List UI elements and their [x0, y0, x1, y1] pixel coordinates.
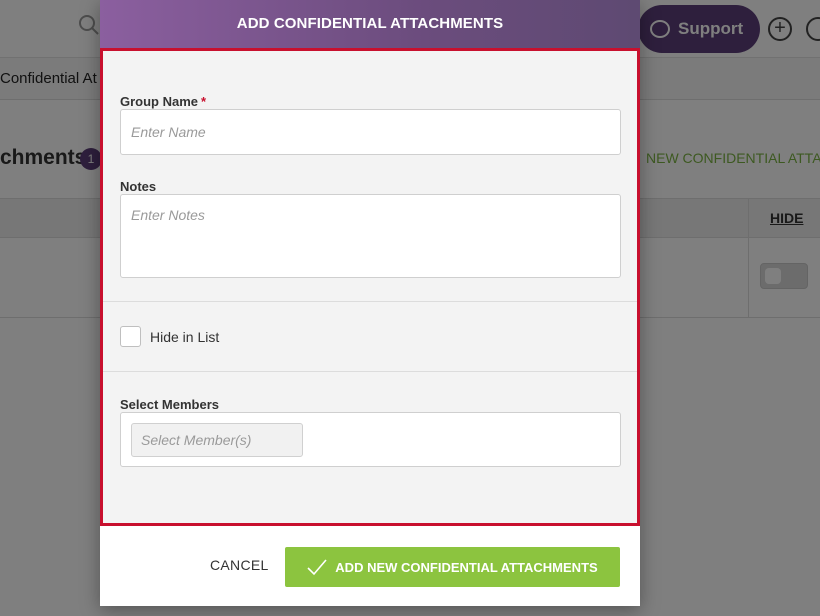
- modal-title: ADD CONFIDENTIAL ATTACHMENTS: [100, 0, 640, 48]
- select-members-input[interactable]: Select Member(s): [131, 423, 303, 457]
- checkmark-icon: [307, 558, 327, 576]
- hide-in-list-checkbox[interactable]: [120, 326, 141, 347]
- notes-textarea[interactable]: Enter Notes: [120, 194, 621, 278]
- group-name-placeholder: Enter Name: [131, 124, 206, 140]
- required-marker: *: [201, 94, 207, 109]
- group-details-section: Group Name * Enter Name Notes Enter Notes: [103, 51, 637, 302]
- group-name-input[interactable]: Enter Name: [120, 109, 621, 155]
- add-attachments-button[interactable]: ADD NEW CONFIDENTIAL ATTACHMENTS: [285, 547, 620, 587]
- hide-in-list-section: Hide in List: [103, 302, 637, 372]
- select-members-field[interactable]: Select Member(s): [120, 412, 621, 467]
- add-confidential-attachments-modal: ADD CONFIDENTIAL ATTACHMENTS Group Name *…: [100, 0, 640, 606]
- cancel-button[interactable]: CANCEL: [210, 557, 269, 573]
- notes-label: Notes: [120, 179, 157, 194]
- select-members-label: Select Members: [120, 397, 219, 412]
- hide-in-list-label: Hide in List: [150, 329, 220, 345]
- group-name-label: Group Name *: [120, 94, 207, 109]
- modal-body: Group Name * Enter Name Notes Enter Notes…: [100, 48, 640, 526]
- add-attachments-label: ADD NEW CONFIDENTIAL ATTACHMENTS: [335, 559, 598, 575]
- notes-placeholder: Enter Notes: [131, 207, 205, 223]
- modal-footer: CANCEL ADD NEW CONFIDENTIAL ATTACHMENTS: [100, 526, 640, 606]
